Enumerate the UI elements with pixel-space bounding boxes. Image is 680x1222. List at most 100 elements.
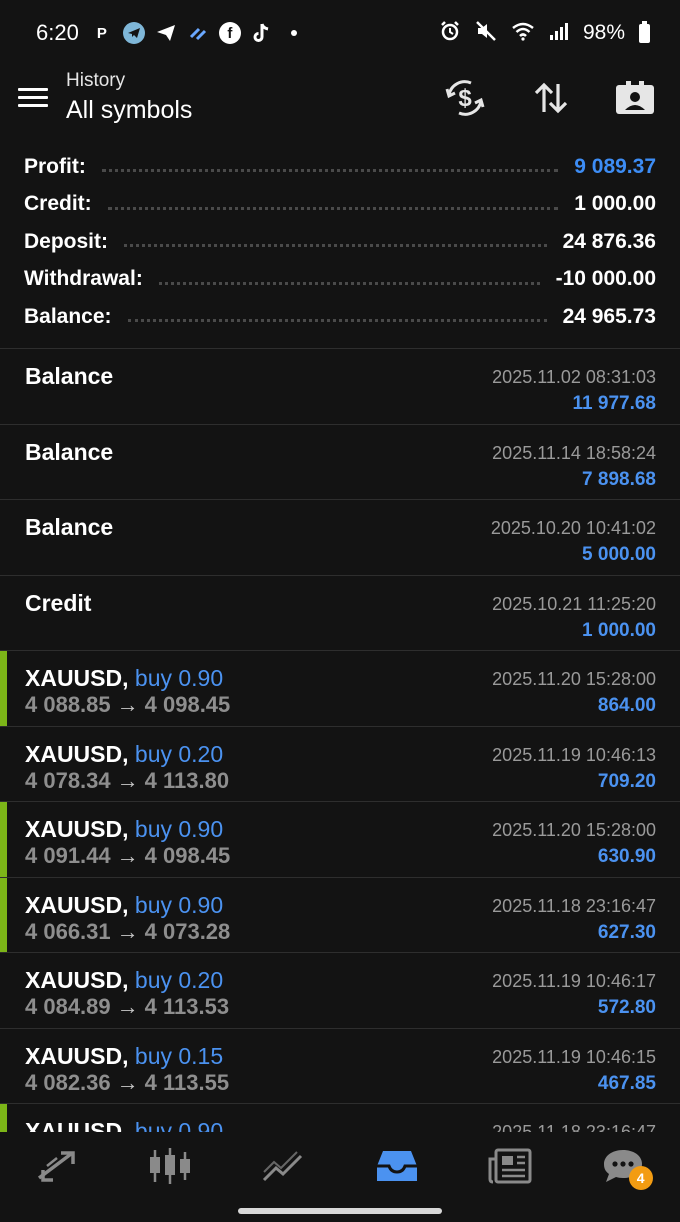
deal-prices: 4 078.34 → 4 113.80 (25, 768, 229, 794)
row-date: 2025.11.18 23:16:47 (492, 895, 656, 916)
row-date: 2025.11.19 10:46:13 (492, 744, 656, 765)
row-date: 2025.11.02 08:31:03 (492, 367, 656, 387)
summary-row: Profit: 9 089.37 (0, 148, 680, 186)
nav-news[interactable] (453, 1132, 566, 1200)
row-amount: 467.85 (597, 1072, 656, 1094)
summary-label: Balance: (24, 304, 112, 328)
wifi-icon (511, 21, 535, 46)
nav-trade[interactable] (0, 1132, 113, 1200)
dotted-leader (158, 281, 540, 285)
balance-operation-row[interactable]: Balance 2025.11.14 18:58:24 7 898.68 (0, 425, 680, 500)
history-list[interactable]: Balance 2025.11.02 08:31:03 11 977.68 Balan… (0, 348, 680, 1132)
svg-text:$: $ (458, 85, 472, 112)
summary-value: 24 876.36 (562, 229, 656, 253)
row-amount: 572.80 (597, 997, 656, 1018)
nav-history[interactable] (340, 1132, 453, 1200)
deal-row[interactable]: XAUUSD, buy 0.20 4 078.34 → 4 113.80 2025.11… (0, 727, 680, 802)
open-price: 4 088.85 (25, 692, 111, 717)
dot-icon (283, 22, 305, 44)
chat-badge: 4 (628, 1166, 653, 1190)
arrow-right-icon: → (116, 767, 139, 793)
row-title: XAUUSD, buy 0.90 (25, 816, 223, 843)
row-title: XAUUSD, buy 0.20 (25, 741, 223, 768)
deal-row[interactable]: XAUUSD, buy 0.15 4 082.36 → 4 113.55 2025.11… (0, 1029, 680, 1104)
deal-marker (0, 651, 7, 726)
nav-chart[interactable] (113, 1132, 226, 1200)
close-price: 4 113.53 (144, 994, 230, 1019)
open-price: 4 066.31 (25, 918, 111, 944)
nav-chat[interactable]: 4 (567, 1132, 680, 1200)
deal-symbol: XAUUSD, (25, 665, 129, 691)
deal-prices: 4 082.36 → 4 113.55 (25, 1070, 229, 1096)
summary-value: 1 000.00 (574, 192, 656, 216)
summary-label: Deposit: (24, 229, 108, 253)
deal-row[interactable]: XAUUSD, buy 0.90 4 088.85 → 4 098.45 2025.11… (0, 651, 680, 727)
row-date: 2025.11.19 10:46:15 (492, 1046, 656, 1067)
summary-row: Credit: 1 000.00 (0, 186, 680, 224)
menu-button[interactable] (18, 84, 50, 110)
deal-row[interactable]: XAUUSD, buy 0.20 4 084.89 → 4 113.53 2025.11… (0, 953, 680, 1029)
trade-icon (37, 1151, 75, 1182)
app-icon (187, 22, 209, 44)
telegram-icon (122, 22, 145, 44)
deal-marker (0, 802, 7, 877)
summary-label: Profit: (24, 154, 86, 178)
facebook-icon: f (218, 22, 241, 44)
row-title: Balance (25, 438, 114, 465)
notification-icons: P f (91, 22, 305, 44)
deal-prices: 4 084.89 → 4 113.53 (25, 994, 229, 1020)
close-price: 4 113.80 (144, 767, 230, 793)
row-date: 2025.11.20 15:28:00 (492, 669, 656, 689)
balance-operation-row[interactable]: Balance 2025.11.02 08:31:03 11 977.68 (0, 349, 680, 425)
currency-exchange-button[interactable]: $ (442, 78, 488, 118)
dotted-leader (101, 169, 559, 173)
nav-trend[interactable] (227, 1132, 340, 1200)
quotes-trend-icon (263, 1151, 303, 1182)
signal-icon (549, 22, 569, 45)
deal-symbol: XAUUSD, (25, 1042, 129, 1069)
summary-row: Balance: 24 965.73 (0, 298, 680, 336)
deal-symbol: XAUUSD, (25, 1118, 129, 1132)
deal-row[interactable]: XAUUSD, buy 0.90 2025.11.18 23:16:47 (0, 1104, 680, 1132)
close-price: 4 098.45 (144, 843, 231, 868)
row-date: 2025.11.14 18:58:24 (492, 442, 656, 463)
row-title: XAUUSD, buy 0.90 (25, 1118, 223, 1132)
deal-marker (0, 1104, 7, 1132)
row-title: XAUUSD, buy 0.20 (25, 967, 223, 994)
row-title: Balance (25, 514, 114, 540)
close-price: 4 073.28 (144, 918, 231, 944)
deal-direction: buy 0.20 (134, 740, 224, 767)
arrow-right-icon: → (116, 692, 139, 717)
summary-row: Deposit: 24 876.36 (0, 223, 680, 261)
row-amount: 864.00 (597, 695, 656, 716)
mute-icon (475, 20, 497, 47)
balance-operation-row[interactable]: Credit 2025.10.21 11:25:20 1 000.00 (0, 576, 680, 651)
row-title: Balance (25, 363, 114, 389)
symbol-filter[interactable]: All symbols (66, 96, 192, 125)
home-indicator[interactable] (238, 1208, 442, 1214)
deal-direction: buy 0.90 (134, 891, 224, 918)
sort-button[interactable] (528, 78, 574, 118)
deal-row[interactable]: XAUUSD, buy 0.90 4 091.44 → 4 098.45 2025.11… (0, 802, 680, 878)
deal-prices: 4 088.85 → 4 098.45 (25, 692, 230, 718)
row-title: Credit (25, 589, 92, 616)
news-icon (488, 1148, 532, 1184)
dotted-leader (124, 244, 547, 248)
row-amount: 709.20 (597, 770, 656, 792)
account-button[interactable] (612, 78, 658, 118)
chart-icon (149, 1148, 190, 1184)
summary-value: 9 089.37 (574, 154, 656, 178)
balance-operation-row[interactable]: Balance 2025.10.20 10:41:02 5 000.00 (0, 500, 680, 576)
open-price: 4 078.34 (25, 767, 111, 793)
deal-row[interactable]: XAUUSD, buy 0.90 4 066.31 → 4 073.28 2025.11… (0, 877, 680, 953)
summary-value: -10 000.00 (555, 267, 656, 291)
arrow-right-icon: → (116, 843, 139, 868)
deal-symbol: XAUUSD, (25, 740, 129, 767)
open-price: 4 082.36 (25, 1069, 111, 1095)
row-date: 2025.10.20 10:41:02 (490, 518, 656, 538)
summary-label: Credit: (24, 192, 92, 216)
summary-label: Withdrawal: (24, 267, 143, 291)
row-title: XAUUSD, buy 0.90 (25, 665, 223, 692)
sort-icon (534, 82, 568, 114)
system-icons: 98% (439, 20, 650, 47)
